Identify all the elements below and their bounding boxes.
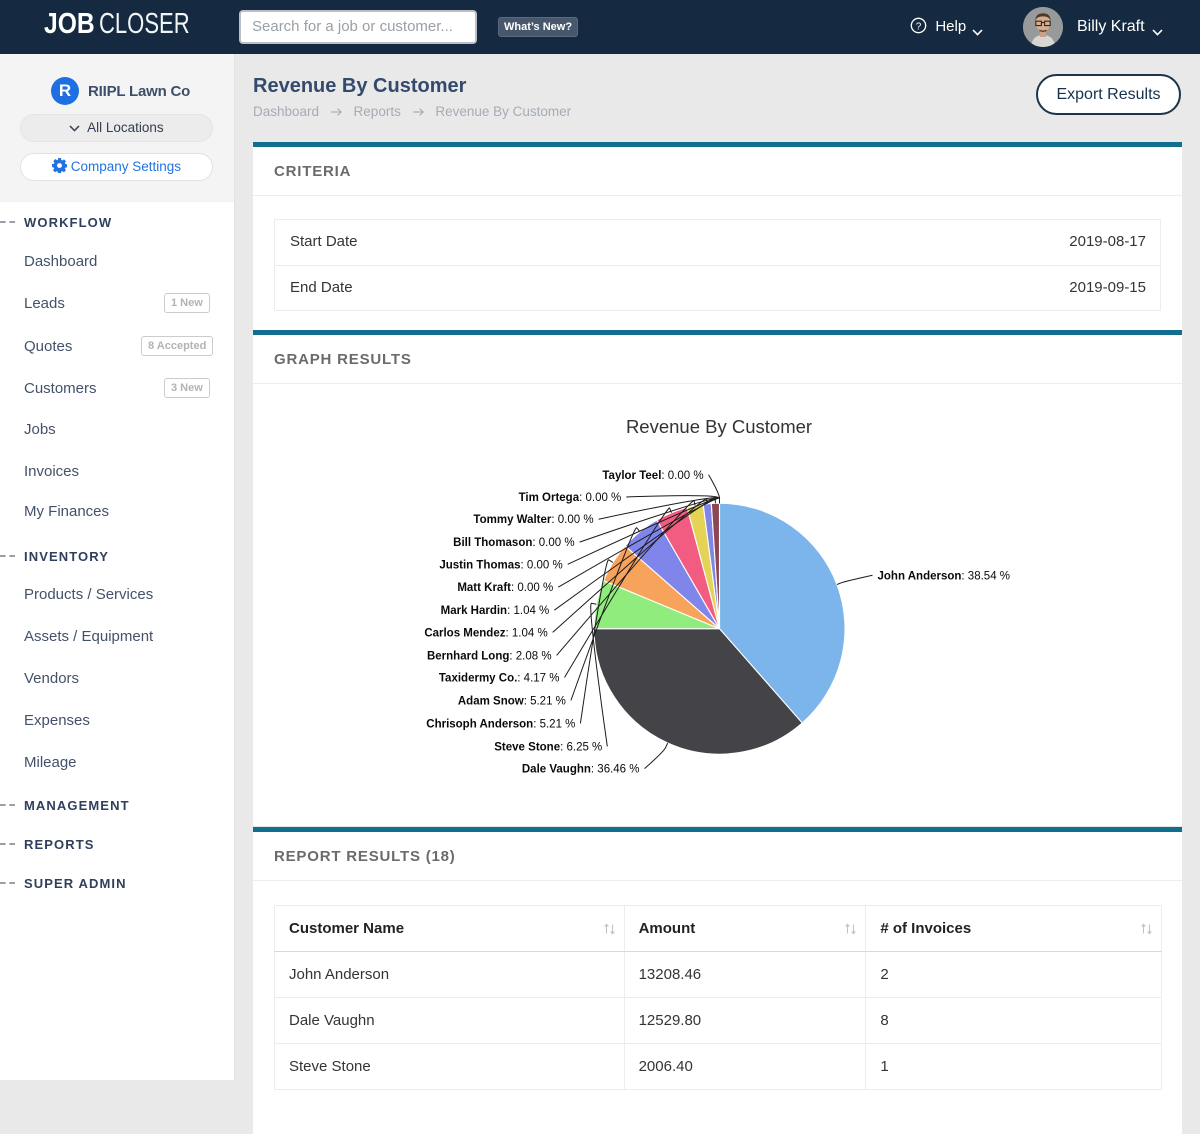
svg-text:Dale Vaughn: 36.46 %: Dale Vaughn: 36.46 %	[522, 764, 640, 776]
svg-text:Tommy Walter: 0.00 %: Tommy Walter: 0.00 %	[473, 514, 593, 526]
svg-text:Bernhard Long: 2.08 %: Bernhard Long: 2.08 %	[427, 650, 552, 662]
svg-text:Taylor Teel: 0.00 %: Taylor Teel: 0.00 %	[602, 470, 703, 482]
svg-text:Matt Kraft: 0.00 %: Matt Kraft: 0.00 %	[457, 582, 553, 594]
svg-text:Chrisoph Anderson: 5.21 %: Chrisoph Anderson: 5.21 %	[426, 718, 575, 730]
svg-text:Steve Stone: 6.25 %: Steve Stone: 6.25 %	[494, 741, 602, 753]
svg-text:Taxidermy Co.: 4.17 %: Taxidermy Co.: 4.17 %	[439, 673, 560, 685]
svg-text:?: ?	[916, 21, 922, 32]
svg-text:Bill Thomason: 0.00 %: Bill Thomason: 0.00 %	[453, 537, 574, 549]
svg-text:Carlos Mendez: 1.04 %: Carlos Mendez: 1.04 %	[424, 627, 547, 639]
svg-text:Mark Hardin: 1.04 %: Mark Hardin: 1.04 %	[441, 605, 550, 617]
svg-text:Tim Ortega: 0.00 %: Tim Ortega: 0.00 %	[519, 492, 622, 504]
svg-text:John Anderson: 38.54 %: John Anderson: 38.54 %	[878, 571, 1011, 583]
svg-text:Justin Thomas: 0.00 %: Justin Thomas: 0.00 %	[439, 559, 562, 571]
svg-text:Revenue By Customer: Revenue By Customer	[626, 416, 812, 437]
svg-text:Adam Snow: 5.21 %: Adam Snow: 5.21 %	[458, 696, 566, 708]
